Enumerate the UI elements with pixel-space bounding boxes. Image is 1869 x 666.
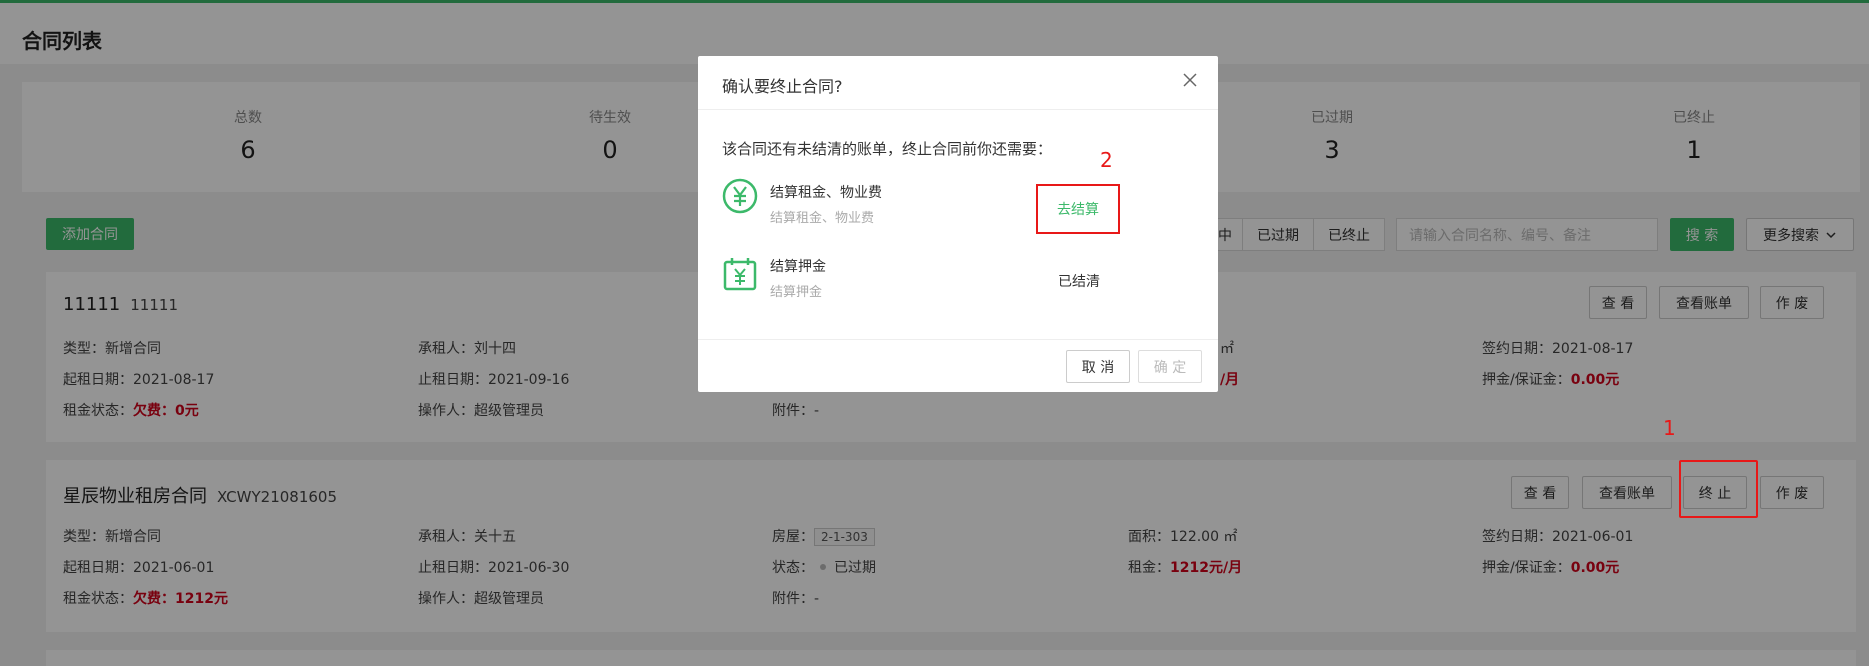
calendar-yuan-icon xyxy=(723,258,757,291)
settled-status: 已结清 xyxy=(1058,274,1100,290)
terminate-confirm-dialog: 确认要终止合同? 该合同还有未结清的账单，终止合同前你还需要： 结算租金、物业费… xyxy=(698,56,1218,392)
dialog-footer: 取 消 确 定 xyxy=(698,339,1218,392)
confirm-button[interactable]: 确 定 xyxy=(1138,350,1202,383)
cancel-button[interactable]: 取 消 xyxy=(1066,350,1130,383)
annotation-step-2: 2 xyxy=(1100,148,1113,172)
annotation-step-1: 1 xyxy=(1663,416,1676,440)
yuan-circle-icon xyxy=(722,178,758,214)
settle-rent-subtitle: 结算租金、物业费 xyxy=(770,211,875,226)
settle-deposit-subtitle: 结算押金 xyxy=(770,285,823,300)
annotation-box-terminate xyxy=(1679,460,1758,518)
go-settle-button[interactable]: 去结算 xyxy=(1036,184,1120,234)
dialog-message: 该合同还有未结清的账单，终止合同前你还需要： xyxy=(722,140,1053,158)
settle-deposit-title: 结算押金 xyxy=(770,259,826,275)
close-icon[interactable] xyxy=(1182,72,1198,88)
dialog-title: 确认要终止合同? xyxy=(722,77,843,96)
dialog-header: 确认要终止合同? xyxy=(698,56,1218,110)
settle-rent-title: 结算租金、物业费 xyxy=(770,185,882,201)
